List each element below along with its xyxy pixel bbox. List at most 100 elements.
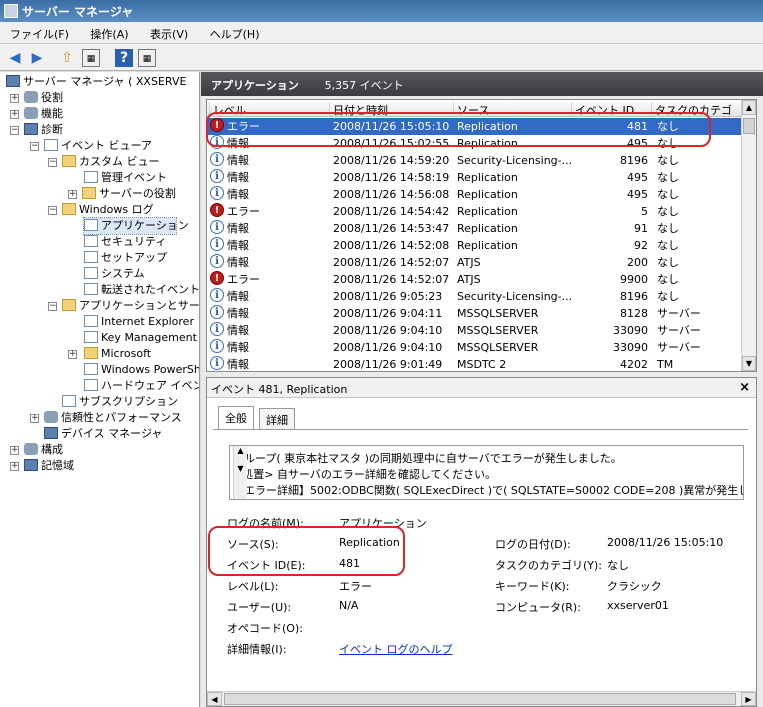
event-row[interactable]: i 情報 2008/11/26 14:59:20 Security-Licensing… [207,152,742,169]
expand-icon[interactable]: + [68,350,77,359]
scroll-left-icon[interactable]: ◀ [207,692,222,706]
tree-item-admin-events[interactable]: 管理イベント [84,170,167,186]
collapse-icon[interactable]: − [48,206,57,215]
scroll-right-icon[interactable]: ▶ [741,692,756,706]
column-event-id[interactable]: イベント ID [571,102,651,116]
collapse-icon[interactable]: − [30,142,39,151]
event-list-scrollbar[interactable]: ▲ ▼ [741,100,756,371]
log-name-value: アプリケーション [339,517,427,530]
scroll-thumb[interactable] [224,693,736,705]
event-list: レベル 日付と時刻 ソース イベント ID タスクのカテゴ... !エラー200… [206,99,757,372]
event-source: ATJS [457,273,481,286]
event-task-category: なし [657,171,679,184]
column-level[interactable]: レベル [209,102,327,116]
tree-item-key-management[interactable]: Key Management [84,330,197,346]
scroll-down-icon[interactable]: ▼ [742,356,756,371]
column-source[interactable]: ソース [453,102,571,116]
tree-item-security[interactable]: セキュリティ [84,234,166,250]
tree-item-server-manager[interactable]: サーバー マネージャ ( XXSERVE [6,74,186,90]
expand-icon[interactable]: + [10,462,19,471]
event-task-category: なし [657,222,679,235]
event-source: Replication [457,239,518,252]
tree-item-roles[interactable]: 役割 [24,90,63,106]
event-id: 9900 [620,273,648,286]
menu-action[interactable]: 操作(A) [80,22,136,42]
expand-icon[interactable]: + [10,110,19,119]
tab-general[interactable]: 全般 [218,406,254,430]
event-row[interactable]: i 情報 2008/11/26 14:56:08 Replication なし 495 [207,186,742,203]
event-task-category: なし [657,290,679,303]
event-row[interactable]: ! エラー 2008/11/26 14:52:07 ATJS なし 9900 [207,271,742,288]
event-row[interactable]: i 情報 2008/11/26 9:05:23 Security-Licensing-… [207,288,742,305]
tree-item-configuration[interactable]: 構成 [24,442,63,458]
column-datetime[interactable]: 日付と時刻 [329,102,453,116]
tree-item-features[interactable]: 機能 [24,106,63,122]
event-row[interactable]: i 情報 2008/11/26 9:04:10 MSSQLSERVER サーバー 3309… [207,322,742,339]
collapse-icon[interactable]: − [48,158,57,167]
tree-item-custom-views[interactable]: カスタム ビュー [62,154,160,170]
tree-item-microsoft[interactable]: Microsoft [84,346,151,362]
toolbar: ◀ ▶ ⇧ ▦ ? ▦ [0,44,763,71]
expand-icon[interactable]: + [10,94,19,103]
help-icon[interactable]: ? [115,49,133,67]
tree-item-windows-logs[interactable]: Windows ログ [62,202,154,218]
collapse-icon[interactable]: − [10,126,19,135]
tree-item-internet-explorer[interactable]: Internet Explorer [84,314,194,330]
expand-icon[interactable]: + [68,190,77,199]
tree-item-subscriptions[interactable]: サブスクリプション [62,394,178,410]
tree-item-apps-services[interactable]: アプリケーションとサービス [62,298,199,314]
event-level: 情報 [227,239,249,252]
tree-item-event-viewer[interactable]: イベント ビューア [44,138,152,154]
event-row[interactable]: ! エラー 2008/11/26 15:05:10 Replication なし 481 [207,118,742,135]
expand-icon[interactable]: + [10,446,19,455]
scroll-thumb[interactable] [743,118,755,134]
tree-item-application[interactable]: アプリケーション [83,217,189,235]
event-row[interactable]: ! エラー 2008/11/26 14:54:42 Replication なし 5 [207,203,742,220]
event-row[interactable]: i 情報 2008/11/26 9:04:11 MSSQLSERVER サーバー 8128 [207,305,742,322]
menu-file[interactable]: ファイル(F) [0,22,77,42]
column-task-category[interactable]: タスクのカテゴ... [651,102,731,116]
storage-icon [24,459,38,471]
show-action-pane-icon[interactable]: ▦ [138,49,156,67]
event-row[interactable]: i 情報 2008/11/26 14:52:07 ATJS なし 200 [207,254,742,271]
tree-item-diagnostics[interactable]: 診断 [24,122,63,138]
event-row[interactable]: i 情報 2008/11/26 15:02:55 Replication なし 495 [207,135,742,152]
back-arrow-icon[interactable]: ◀ [6,49,24,67]
scroll-up-icon[interactable]: ▲ [742,100,756,115]
event-id-label: イベント ID(E): [227,559,306,572]
message-scrollbar[interactable]: ▲ ▼ [233,446,247,499]
tree-item-system[interactable]: システム [84,266,145,282]
menu-view[interactable]: 表示(V) [140,22,196,42]
expand-icon[interactable]: + [30,414,39,423]
detail-header: イベント 481, Replication × [207,378,756,398]
collapse-icon[interactable]: − [48,302,57,311]
event-message-box[interactable]: グループ( 東京本社マスタ )の同期処理中に自サーバでエラーが発生しました。 <… [229,445,744,500]
tree-item-server-roles[interactable]: サーバーの役割 [82,186,176,202]
tab-details[interactable]: 詳細 [259,408,295,429]
event-row[interactable]: i 情報 2008/11/26 14:53:47 Replication なし 91 [207,220,742,237]
close-icon[interactable]: × [739,380,750,395]
tree-item-storage[interactable]: 記憶域 [24,458,74,474]
logged-value: 2008/11/26 15:05:10 [607,536,724,549]
forward-arrow-icon[interactable]: ▶ [28,49,46,67]
menu-help[interactable]: ヘルプ(H) [200,22,268,42]
user-label: ユーザー(U): [227,601,292,614]
tree-item-reliability-performance[interactable]: 信頼性とパフォーマンス [44,410,182,426]
tree-item-windows-powershell[interactable]: Windows PowerSh [84,362,199,378]
device-manager-icon [44,427,58,439]
event-row[interactable]: i 情報 2008/11/26 14:58:19 Replication なし 495 [207,169,742,186]
show-hide-tree-icon[interactable]: ▦ [82,49,100,67]
tree-item-setup[interactable]: セットアップ [84,250,167,266]
event-datetime: 2008/11/26 14:56:08 [333,188,450,201]
event-row[interactable]: i 情報 2008/11/26 14:52:08 Replication なし 92 [207,237,742,254]
detail-horizontal-scrollbar[interactable]: ◀ ▶ [207,691,756,706]
tree-item-device-manager[interactable]: デバイス マネージャ [44,426,162,442]
event-row[interactable]: i 情報 2008/11/26 9:04:10 MSSQLSERVER サーバー 3309… [207,339,742,356]
event-datetime: 2008/11/26 15:02:55 [333,137,450,150]
up-folder-icon[interactable]: ⇧ [58,49,76,67]
event-id: 91 [634,222,648,235]
event-row[interactable]: i 情報 2008/11/26 9:01:49 MSDTC 2 TM 4202 [207,356,742,371]
tree-item-hardware-events[interactable]: ハードウェア イベント [84,378,199,394]
event-log-help-link[interactable]: イベント ログのヘルプ [339,641,453,657]
tree-item-forwarded-events[interactable]: 転送されたイベント [84,282,199,298]
